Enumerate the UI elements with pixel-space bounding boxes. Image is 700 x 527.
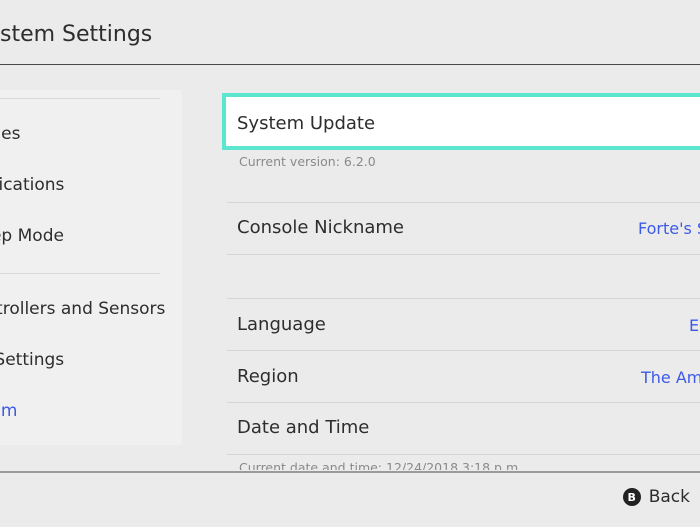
b-button-icon: B [622, 488, 641, 506]
system-update-label: System Update [237, 113, 376, 134]
sidebar-item-notifications[interactable]: Notifications [0, 175, 64, 195]
footer [0, 471, 700, 527]
back-label: Back [648, 487, 690, 507]
page-title: System Settings [0, 22, 153, 47]
row-divider [227, 202, 700, 203]
sidebar-item-tv-settings[interactable]: TV Settings [0, 350, 64, 370]
content-area: Themes Notifications Sleep Mode Controll… [0, 65, 700, 470]
current-date-time: Current date and time: 12/24/2018 3:18 p… [239, 460, 523, 470]
region-label[interactable]: Region [237, 366, 299, 388]
back-button[interactable]: B Back [622, 487, 690, 507]
console-nickname-value[interactable]: Forte's Switch [638, 219, 700, 239]
sidebar-item-themes[interactable]: Themes [0, 124, 21, 144]
row-divider [227, 402, 700, 403]
current-version: Current version: 6.2.0 [239, 154, 376, 169]
language-value[interactable]: English [689, 316, 700, 336]
row-divider [227, 298, 700, 299]
row-divider [227, 254, 700, 255]
sidebar-item-sleep-mode[interactable]: Sleep Mode [0, 226, 64, 246]
row-divider [227, 350, 700, 351]
date-time-label[interactable]: Date and Time [237, 417, 369, 439]
row-divider [227, 454, 700, 455]
sidebar-item-system[interactable]: System [0, 401, 17, 421]
sidebar-item-controllers[interactable]: Controllers and Sensors [0, 299, 165, 319]
console-nickname-label[interactable]: Console Nickname [237, 217, 404, 239]
sidebar-divider [0, 273, 160, 274]
sidebar: Themes Notifications Sleep Mode Controll… [0, 90, 182, 445]
sidebar-divider [0, 98, 160, 99]
language-label[interactable]: Language [237, 314, 326, 336]
region-value[interactable]: The Americas [641, 368, 700, 388]
system-update-button[interactable]: System Update [222, 93, 700, 150]
